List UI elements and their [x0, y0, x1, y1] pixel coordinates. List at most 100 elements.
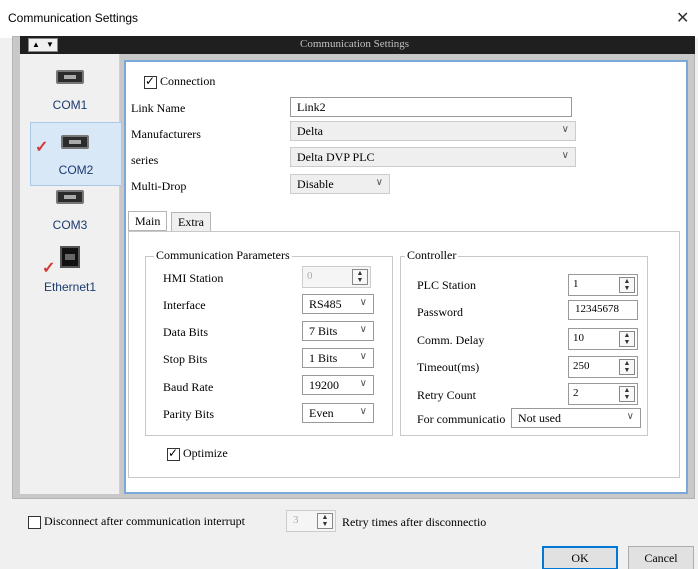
manufacturers-label: Manufacturers: [131, 127, 201, 141]
spin-down-icon: ▼: [321, 520, 329, 528]
cancel-button[interactable]: Cancel: [628, 546, 694, 569]
link-name-label: Link Name: [131, 101, 186, 115]
chevron-down-icon: ∨: [359, 406, 367, 417]
connection-checkbox[interactable]: [144, 74, 157, 89]
for-communication-select[interactable]: Not used ∨: [511, 408, 641, 428]
chevron-down-icon: ∨: [359, 297, 367, 308]
spin-down-icon[interactable]: ▼: [620, 394, 634, 401]
spinner-buttons[interactable]: ▲ ▼: [619, 331, 635, 347]
password-input[interactable]: 12345678: [568, 300, 638, 320]
stop-bits-select[interactable]: 1 Bits ∨: [302, 348, 374, 368]
retry-times-value: 3: [293, 514, 299, 526]
scroll-down-icon[interactable]: ▼: [43, 39, 57, 51]
frame-header-title: Communication Settings: [300, 38, 410, 50]
chevron-down-icon: ∨: [359, 351, 367, 362]
tab-main[interactable]: Main: [128, 211, 168, 231]
comm-params-legend: Communication Parameters: [154, 248, 292, 263]
chevron-down-icon: ∨: [561, 150, 569, 161]
hmi-station-value: 0: [307, 270, 313, 282]
spinner-buttons: ▲ ▼: [352, 269, 368, 285]
connection-checkbox-row[interactable]: Connection: [144, 74, 215, 89]
comm-delay-label: Comm. Delay: [417, 333, 485, 347]
baud-rate-label: Baud Rate: [163, 380, 214, 394]
connection-label: Connection: [160, 74, 216, 88]
baud-rate-value: 19200: [309, 378, 339, 392]
stop-bits-label: Stop Bits: [163, 352, 208, 366]
multidrop-label: Multi-Drop: [131, 179, 187, 193]
serial-port-icon: [61, 135, 89, 149]
multidrop-select[interactable]: Disable ∨: [290, 174, 390, 194]
sidebar-item-com2[interactable]: ✓ COM2: [30, 122, 122, 186]
disconnect-checkbox[interactable]: [28, 515, 41, 529]
retry-times-label: Retry times after disconnectio: [342, 515, 487, 529]
timeout-spinner[interactable]: 250 ▲ ▼: [568, 356, 638, 378]
optimize-checkbox-row[interactable]: Optimize: [167, 446, 228, 461]
window-title: Communication Settings: [8, 11, 139, 25]
spinner-buttons[interactable]: ▲ ▼: [619, 359, 635, 375]
comm-delay-value: 10: [573, 332, 584, 344]
sidebar-item-ethernet1[interactable]: ✓ Ethernet1: [20, 240, 120, 304]
for-communication-value: Not used: [518, 411, 561, 425]
scroll-buttons: ▲ ▼: [28, 38, 58, 52]
parity-bits-label: Parity Bits: [163, 407, 215, 421]
link-name-input[interactable]: Link2: [290, 97, 572, 117]
spin-down-icon: ▼: [356, 276, 364, 284]
data-bits-select[interactable]: 7 Bits ∨: [302, 321, 374, 341]
interface-label: Interface: [163, 298, 206, 312]
retry-count-label: Retry Count: [417, 388, 476, 402]
interface-value: RS485: [309, 297, 342, 311]
retry-count-spinner[interactable]: 2 ▲ ▼: [568, 383, 638, 405]
sidebar-item-com1[interactable]: COM1: [20, 58, 120, 122]
manufacturers-value: Delta: [297, 124, 323, 138]
retry-times-spinner: 3 ▲ ▼: [286, 510, 336, 532]
chevron-down-icon: ∨: [375, 177, 383, 188]
spin-down-icon[interactable]: ▼: [620, 285, 634, 292]
sidebar-item-label: Ethernet1: [43, 280, 97, 294]
serial-port-icon: [56, 190, 84, 204]
spinner-buttons[interactable]: ▲ ▼: [619, 386, 635, 402]
optimize-checkbox[interactable]: [167, 446, 180, 461]
scroll-up-icon[interactable]: ▲: [29, 39, 43, 51]
plc-station-value: 1: [573, 278, 579, 290]
comm-delay-spinner[interactable]: 10 ▲ ▼: [568, 328, 638, 350]
sidebar-item-label: COM1: [52, 98, 88, 112]
chevron-down-icon: ∨: [626, 411, 634, 422]
manufacturers-select[interactable]: Delta ∨: [290, 121, 576, 141]
interface-select[interactable]: RS485 ∨: [302, 294, 374, 314]
disconnect-checkbox-row[interactable]: Disconnect after communication interrupt: [28, 514, 245, 529]
disconnect-label: Disconnect after communication interrupt: [44, 514, 245, 528]
timeout-label: Timeout(ms): [417, 360, 480, 374]
retry-count-value: 2: [573, 387, 579, 399]
data-bits-label: Data Bits: [163, 325, 208, 339]
ethernet-port-icon: [60, 246, 80, 268]
series-value: Delta DVP PLC: [297, 150, 375, 164]
spin-down-icon[interactable]: ▼: [620, 339, 634, 346]
plc-station-spinner[interactable]: 1 ▲ ▼: [568, 274, 638, 296]
series-label: series: [131, 153, 159, 167]
controller-legend: Controller: [405, 248, 459, 263]
close-icon[interactable]: ✕: [676, 8, 689, 28]
chevron-down-icon: ∨: [561, 124, 569, 135]
series-select[interactable]: Delta DVP PLC ∨: [290, 147, 576, 167]
parity-bits-value: Even: [309, 406, 334, 420]
chevron-down-icon: ∨: [359, 324, 367, 335]
multidrop-value: Disable: [297, 177, 334, 191]
sidebar-item-label: COM3: [52, 218, 88, 232]
spin-down-icon[interactable]: ▼: [620, 367, 634, 374]
baud-rate-select[interactable]: 19200 ∨: [302, 375, 374, 395]
serial-port-icon: [56, 70, 84, 84]
data-bits-value: 7 Bits: [309, 324, 338, 338]
hmi-station-spinner: 0 ▲ ▼: [302, 266, 371, 288]
optimize-label: Optimize: [183, 446, 228, 460]
stop-bits-value: 1 Bits: [309, 351, 338, 365]
sidebar-item-com3[interactable]: COM3: [20, 178, 120, 242]
check-icon: ✓: [35, 139, 49, 156]
tab-extra[interactable]: Extra: [171, 212, 211, 232]
timeout-value: 250: [573, 360, 590, 372]
ok-button[interactable]: OK: [542, 546, 618, 569]
plc-station-label: PLC Station: [417, 278, 477, 292]
spinner-buttons[interactable]: ▲ ▼: [619, 277, 635, 293]
check-icon: ✓: [42, 260, 56, 277]
password-label: Password: [417, 305, 464, 319]
parity-bits-select[interactable]: Even ∨: [302, 403, 374, 423]
